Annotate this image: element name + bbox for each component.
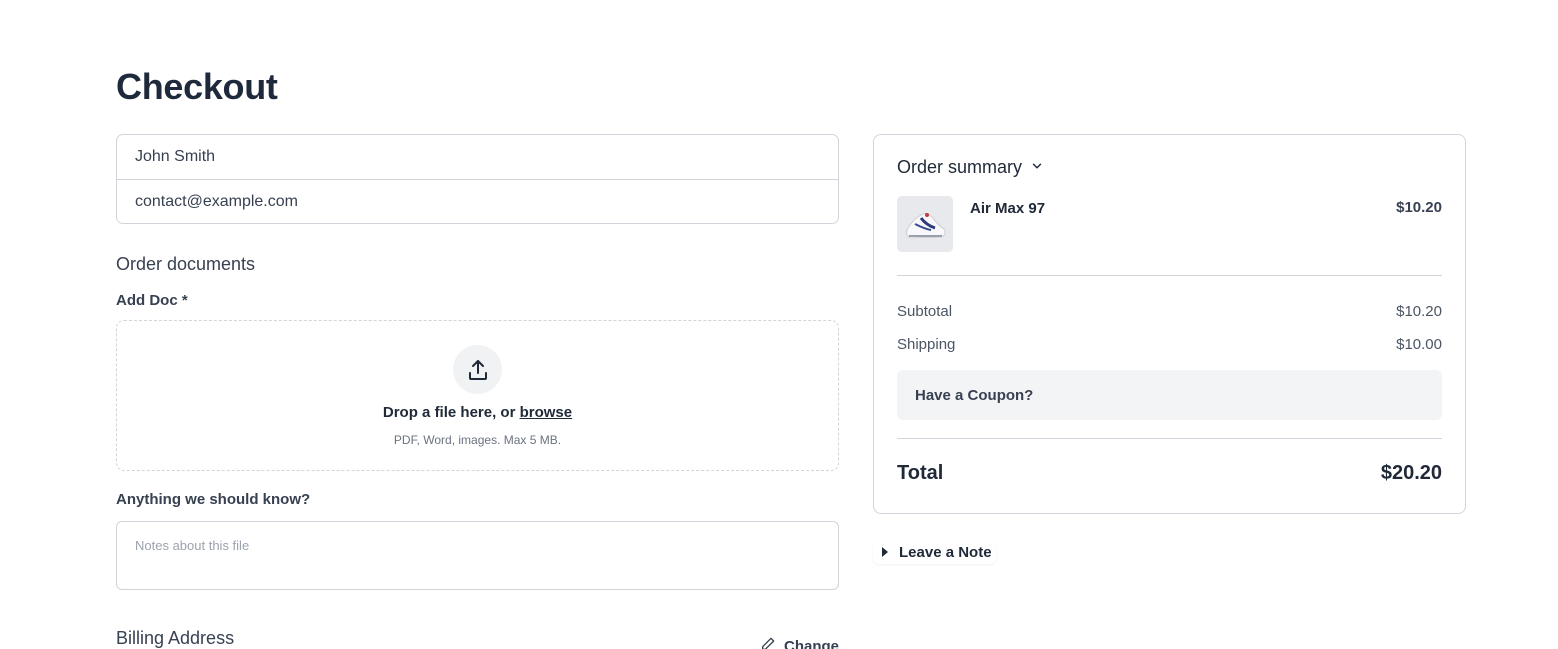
pencil-icon [760,636,776,649]
sneaker-image [897,196,953,252]
subtotal-label: Subtotal [897,303,953,320]
file-dropzone[interactable]: Drop a file here, or browse PDF, Word, i… [116,320,839,471]
change-billing-button[interactable]: Change [760,636,839,649]
upload-icon [453,345,502,394]
chevron-down-icon [1030,157,1044,178]
email-field[interactable]: contact@example.com [117,179,838,223]
divider [897,275,1442,276]
notes-label: Anything we should know? [116,491,311,508]
total-label: Total [897,462,944,484]
shipping-value: $10.00 [1396,336,1442,353]
add-doc-label: Add Doc * [116,292,188,309]
page-title: Checkout [116,66,278,107]
contact-fields: John Smith contact@example.com [116,134,839,224]
leave-note-label: Leave a Note [899,544,992,561]
billing-address-heading: Billing Address [116,628,235,648]
shipping-row: Shipping $10.00 [897,336,1442,353]
change-label: Change [783,637,839,649]
leave-note-toggle[interactable]: Leave a Note [873,541,996,564]
shipping-label: Shipping [897,336,956,353]
order-documents-heading: Order documents [116,254,256,274]
product-price: $10.20 [1396,199,1442,216]
browse-link[interactable]: browse [520,404,573,421]
drop-instructions: Drop a file here, or browse [383,404,572,421]
total-row: Total $20.20 [897,462,1442,485]
file-type-hint: PDF, Word, images. Max 5 MB. [393,433,562,447]
order-summary-toggle[interactable]: Order summary [897,157,1044,178]
subtotal-value: $10.20 [1396,303,1442,320]
coupon-button[interactable]: Have a Coupon? [897,370,1442,420]
subtotal-row: Subtotal $10.20 [897,303,1442,320]
name-field[interactable]: John Smith [117,135,838,179]
notes-textarea[interactable] [116,521,839,590]
product-name: Air Max 97 [970,200,1046,217]
order-summary-title: Order summary [897,157,1023,177]
drop-text: Drop a file here, or [382,404,520,421]
checkout-form: John Smith contact@example.com Order doc… [116,134,839,649]
caret-right-icon [881,544,889,561]
order-summary-card: Order summary Air Max 97 $10.20 Subtotal… [873,134,1466,514]
line-item: Air Max 97 $10.20 [897,196,1442,252]
total-value: $20.20 [1380,462,1442,484]
divider [897,438,1442,439]
